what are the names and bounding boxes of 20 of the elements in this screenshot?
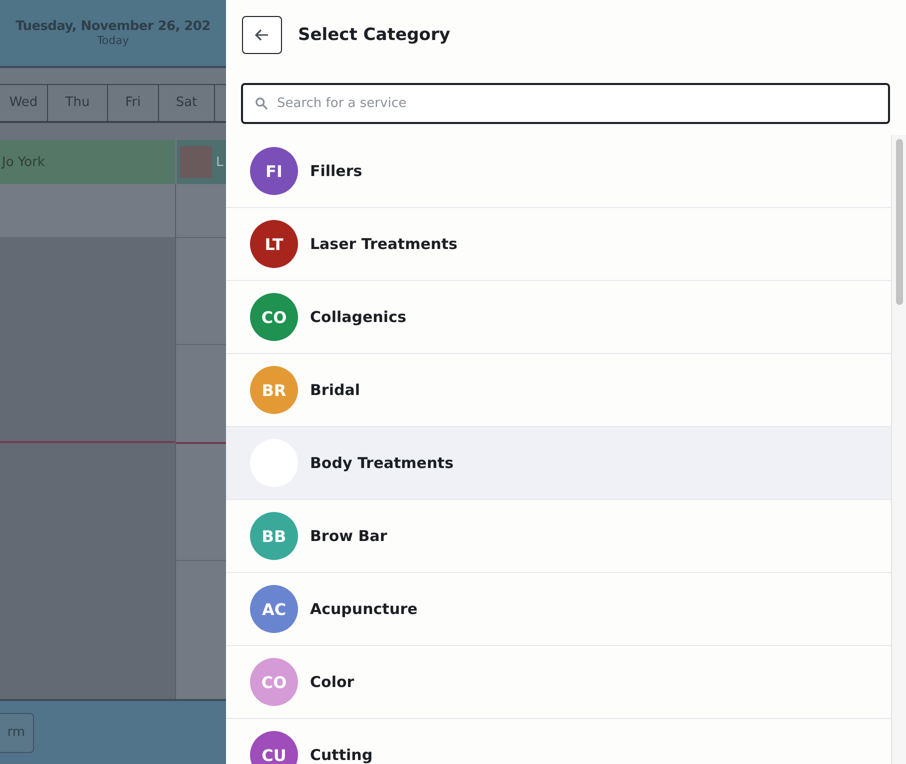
date-subtitle: Today bbox=[97, 34, 129, 47]
category-avatar: FI bbox=[250, 147, 298, 195]
category-avatar: AC bbox=[250, 585, 298, 633]
back-button[interactable] bbox=[242, 16, 282, 54]
search-icon bbox=[255, 97, 268, 110]
panel-title: Select Category bbox=[298, 25, 450, 45]
scrollbar-thumb[interactable] bbox=[896, 139, 902, 305]
staff-column-header: Jo York bbox=[0, 140, 177, 184]
category-avatar: CO bbox=[250, 293, 298, 341]
staff-name: L bbox=[216, 154, 224, 170]
category-avatar: CO bbox=[250, 658, 298, 706]
category-avatar: BB bbox=[250, 512, 298, 560]
category-item[interactable]: Body Treatments bbox=[226, 427, 891, 500]
photo-placeholder bbox=[180, 146, 212, 178]
date-title: Tuesday, November 26, 202 bbox=[16, 18, 210, 34]
category-avatar: BR bbox=[250, 366, 298, 414]
category-avatar: LT bbox=[250, 220, 298, 268]
category-avatar: CU bbox=[250, 731, 298, 764]
search-field[interactable]: Search for a service bbox=[241, 83, 890, 124]
back-arrow-icon bbox=[254, 27, 270, 43]
